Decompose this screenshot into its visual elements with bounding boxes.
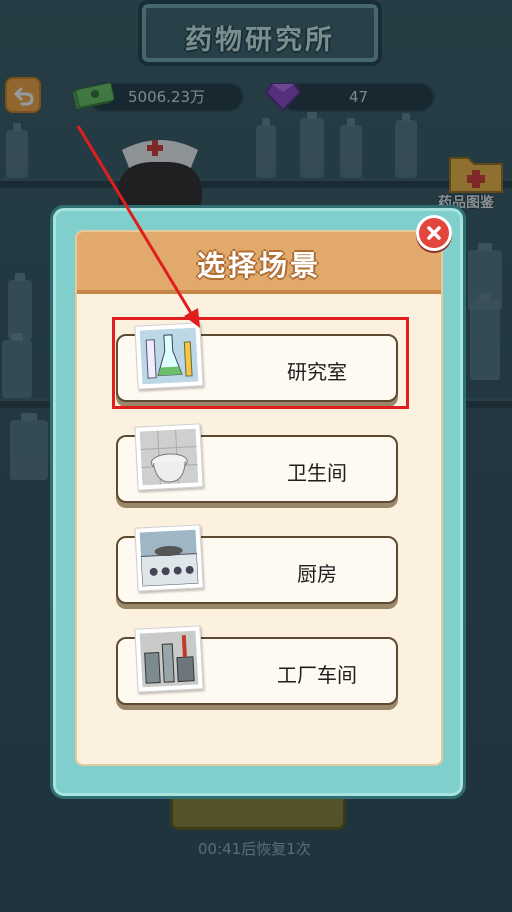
pointer-arrow	[76, 125, 200, 328]
